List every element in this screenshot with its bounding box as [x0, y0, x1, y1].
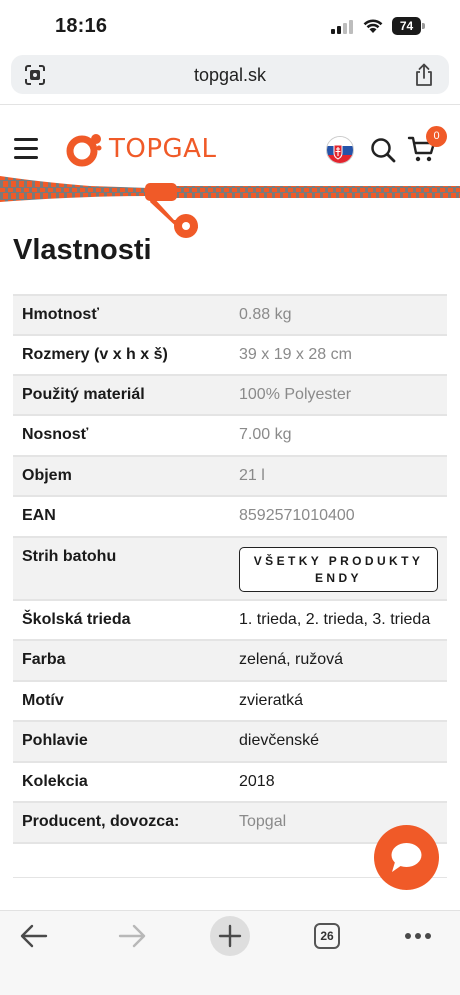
property-value-link[interactable]: zelená, ružová [230, 641, 447, 680]
divider [0, 104, 460, 105]
status-time: 18:16 [55, 15, 108, 37]
property-value-link[interactable]: zvieratká [230, 682, 447, 720]
more-icon[interactable] [404, 931, 432, 941]
property-value-link[interactable]: dievčenské [230, 722, 447, 761]
table-row: Školská trieda 1. trieda, 2. trieda, 3. … [13, 601, 447, 641]
cart-count-badge: 0 [426, 126, 447, 147]
property-name: Rozmery (v x h x š) [22, 346, 168, 363]
signal-icon [331, 20, 353, 34]
property-value: 21 l [239, 467, 265, 484]
table-row: Farba zelená, ružová [13, 641, 447, 682]
new-tab-button[interactable] [210, 916, 250, 956]
browser-toolbar: 26 [0, 910, 460, 995]
property-name: Hmotnosť [22, 306, 99, 323]
property-value-link[interactable]: 2018 [230, 763, 447, 801]
property-name: EAN [22, 507, 56, 524]
slovak-flag-icon[interactable] [326, 136, 354, 164]
property-value: 8592571010400 [239, 507, 355, 524]
property-name: Producent, dovozca: [22, 813, 180, 830]
menu-icon[interactable] [14, 138, 38, 160]
back-arrow-icon[interactable] [20, 923, 48, 949]
logo-text: TOPGAL [109, 134, 217, 164]
property-name: Farba [22, 651, 66, 668]
table-row: EAN 8592571010400 [13, 497, 447, 538]
wifi-icon [363, 19, 383, 33]
property-value: 39 x 19 x 28 cm [239, 346, 352, 363]
property-name: Motív [22, 692, 64, 709]
chat-button[interactable] [374, 825, 439, 890]
property-name: Pohlavie [22, 732, 88, 749]
table-row: Použitý materiál 100% Polyester [13, 376, 447, 416]
properties-table: Hmotnosť 0.88 kg Rozmery (v x h x š) 39 … [13, 294, 447, 844]
chat-icon [391, 843, 422, 872]
property-value-link[interactable]: 1. trieda, 2. trieda, 3. trieda [230, 601, 447, 639]
table-row: Nosnosť 7.00 kg [13, 416, 447, 457]
status-bar: 18:16 74 [0, 0, 460, 52]
plus-icon [218, 924, 242, 948]
url-text[interactable]: topgal.sk [11, 65, 449, 86]
property-name: Použitý materiál [22, 386, 145, 403]
battery-level: 74 [392, 17, 421, 35]
property-value: 7.00 kg [239, 426, 292, 443]
share-icon[interactable] [413, 63, 435, 87]
page-title: Vlastnosti [13, 234, 152, 266]
table-row: Strih batohu VŠETKY PRODUKTY ENDY [13, 538, 447, 601]
property-value: 0.88 kg [239, 306, 292, 323]
search-icon[interactable] [369, 136, 397, 164]
logo-mark-icon [66, 134, 102, 167]
table-row: Kolekcia 2018 [13, 763, 447, 803]
property-value: 100% Polyester [239, 386, 352, 403]
table-row: Motív zvieratká [13, 682, 447, 722]
battery-tip [422, 23, 425, 29]
property-name: Strih batohu [22, 548, 117, 565]
table-row: Rozmery (v x h x š) 39 x 19 x 28 cm [13, 336, 447, 376]
category-tag-button[interactable]: VŠETKY PRODUKTY ENDY [239, 547, 438, 592]
tabs-icon[interactable]: 26 [314, 923, 340, 949]
property-name: Nosnosť [22, 426, 89, 443]
forward-arrow-icon[interactable] [118, 923, 146, 949]
property-value: VŠETKY PRODUKTY ENDY [230, 538, 447, 599]
address-bar[interactable]: topgal.sk [11, 55, 449, 94]
property-name: Kolekcia [22, 773, 88, 790]
table-row: Hmotnosť 0.88 kg [13, 296, 447, 336]
battery-icon: 74 [392, 17, 426, 35]
table-row: Objem 21 l [13, 457, 447, 497]
property-name: Školská trieda [22, 611, 131, 628]
table-row: Pohlavie dievčenské [13, 722, 447, 763]
site-logo[interactable]: TOPGAL [65, 131, 216, 167]
property-name: Objem [22, 467, 72, 484]
zipper-banner [0, 176, 460, 238]
